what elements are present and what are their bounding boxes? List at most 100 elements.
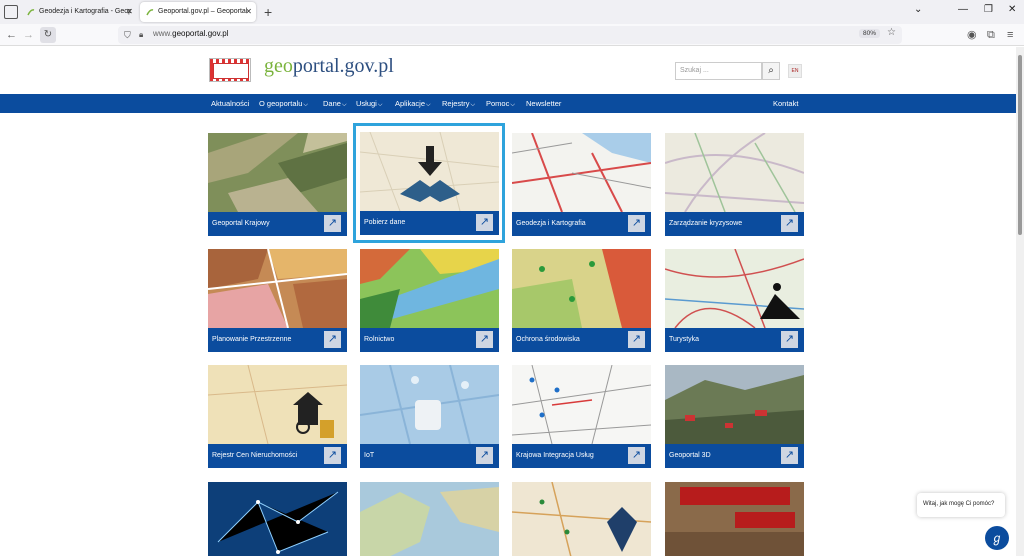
tile-label: Ochrona środowiska: [516, 336, 580, 343]
close-icon[interactable]: ✕: [126, 2, 133, 22]
tile-label: Turystyka: [669, 336, 700, 343]
close-window-icon[interactable]: ✕: [1008, 4, 1016, 15]
real-estate-map-image: [208, 365, 347, 444]
tile-label: Geoportal Krajowy: [212, 220, 270, 227]
chat-icon[interactable]: ℊ: [985, 526, 1009, 550]
cadastral-map-image: [512, 133, 651, 212]
services-map-image: [512, 365, 651, 444]
arrow-up-right-icon[interactable]: ↗: [324, 447, 341, 464]
tile-planowanie-przestrzenne[interactable]: Planowanie Przestrzenne ↗: [208, 249, 347, 352]
tab-title: Geoportal.gov.pl – Geoportal In: [158, 8, 250, 15]
arrow-up-right-icon[interactable]: ↗: [781, 447, 798, 464]
world-map-image: [360, 482, 499, 556]
tab-list-icon[interactable]: [4, 5, 18, 19]
browser-nav-bar: ← → ↻ ⛉ 🔒︎ www.geoportal.gov.pl 80% ☆ ◉ …: [0, 24, 1024, 46]
aerial-photo-image: [208, 133, 347, 212]
menu-item-o-geoportalu[interactable]: O geoportalu⌵: [259, 99, 308, 109]
chevron-down-icon[interactable]: ⌄: [914, 4, 922, 15]
language-flag-icon[interactable]: EN: [788, 64, 802, 78]
account-icon[interactable]: ◉: [967, 27, 977, 43]
geoportal-logo[interactable]: geoportal.gov.pl: [264, 55, 394, 78]
chat-greeting-bubble[interactable]: Witaj, jak mogę Ci pomóc?: [917, 493, 1005, 517]
tab-title: Geodezja i Kartografia - Geopor: [39, 8, 131, 15]
menu-item-uslugi[interactable]: Usługi⌵: [356, 99, 382, 109]
zoning-map-image: [208, 249, 347, 328]
menu-item-dane[interactable]: Dane⌵: [323, 99, 347, 109]
menu-item-kontakt[interactable]: Kontakt: [773, 99, 798, 108]
browser-tab-bar: Geodezja i Kartografia - Geopor ✕ Geopor…: [0, 0, 1024, 24]
tile-label: Planowanie Przestrzenne: [212, 336, 292, 343]
menu-item-aktualnosci[interactable]: Aktualności: [211, 99, 249, 108]
reload-icon[interactable]: ↻: [40, 27, 56, 43]
tile-label: Pobierz dane: [364, 219, 406, 226]
tile-world-map-partial[interactable]: [360, 482, 499, 556]
menu-item-aplikacje[interactable]: Aplikacje⌵: [395, 99, 431, 109]
search-icon[interactable]: ⌕: [762, 62, 780, 80]
tile-rolnictwo[interactable]: Rolnictwo ↗: [360, 249, 499, 352]
download-data-image: [360, 132, 499, 211]
arrow-up-right-icon[interactable]: ↗: [476, 331, 493, 348]
search-input[interactable]: Szukaj ...: [675, 62, 762, 80]
gugik-logo[interactable]: [209, 58, 251, 82]
tile-rejestr-cen-nieruchomosci[interactable]: Rejestr Cen Nieruchomości ↗: [208, 365, 347, 468]
tile-geodezja-kartografia[interactable]: Geodezja i Kartografia ↗: [512, 133, 651, 236]
arrow-up-right-icon[interactable]: ↗: [628, 331, 645, 348]
environment-map-image: [512, 249, 651, 328]
minimize-icon[interactable]: —: [958, 4, 968, 15]
3d-terrain-image: [665, 365, 804, 444]
tile-iot[interactable]: IoT ↗: [360, 365, 499, 468]
tile-geoportal-3d[interactable]: Geoportal 3D ↗: [665, 365, 804, 468]
restore-icon[interactable]: ❐: [984, 4, 993, 15]
tile-geoportal-krajowy[interactable]: Geoportal Krajowy ↗: [208, 133, 347, 236]
arrow-up-right-icon[interactable]: ↗: [628, 447, 645, 464]
tile-network-partial[interactable]: [208, 482, 347, 556]
arrow-up-right-icon[interactable]: ↗: [476, 447, 493, 464]
bookmark-star-icon[interactable]: ☆: [887, 27, 896, 38]
tile-zarzadzanie-kryzysowe[interactable]: Zarządzanie kryzysowe ↗: [665, 133, 804, 236]
shield-icon[interactable]: ⛉: [124, 27, 131, 43]
tile-label: Geoportal 3D: [669, 452, 711, 459]
arrow-up-right-icon[interactable]: ↗: [324, 331, 341, 348]
arrow-up-right-icon[interactable]: ↗: [781, 215, 798, 232]
tile-label: Zarządzanie kryzysowe: [669, 220, 743, 227]
arrow-up-right-icon[interactable]: ↗: [781, 331, 798, 348]
menu-item-newsletter[interactable]: Newsletter: [526, 99, 561, 108]
tile-police-map-partial[interactable]: [512, 482, 651, 556]
network-map-image: [208, 482, 347, 556]
tile-street-sign-partial[interactable]: [665, 482, 804, 556]
forward-icon[interactable]: →: [23, 27, 34, 43]
tile-label: Rolnictwo: [364, 336, 395, 343]
arrow-up-right-icon[interactable]: ↗: [324, 215, 341, 232]
agriculture-map-image: [360, 249, 499, 328]
police-map-image: [512, 482, 651, 556]
extensions-icon[interactable]: ⧉: [987, 27, 995, 43]
browser-tab-2[interactable]: Geoportal.gov.pl – Geoportal In ✕: [140, 2, 256, 22]
tourism-map-image: [665, 249, 804, 328]
menu-item-rejestry[interactable]: Rejestry⌵: [442, 99, 475, 109]
tile-pobierz-dane[interactable]: Pobierz dane ↗: [356, 126, 502, 240]
close-icon[interactable]: ✕: [245, 2, 252, 22]
back-icon[interactable]: ←: [6, 27, 17, 43]
street-sign-photo-image: [665, 482, 804, 556]
geoportal-favicon: [146, 9, 154, 16]
tile-label: Geodezja i Kartografia: [516, 220, 586, 227]
browser-tab-1[interactable]: Geodezja i Kartografia - Geopor ✕: [21, 2, 137, 22]
tile-krajowa-integracja-uslug[interactable]: Krajowa Integracja Usług ↗: [512, 365, 651, 468]
menu-item-pomoc[interactable]: Pomoc⌵: [486, 99, 515, 109]
iot-sensor-image: [360, 365, 499, 444]
address-bar[interactable]: ⛉ 🔒︎ www.geoportal.gov.pl 80% ☆: [118, 26, 902, 44]
main-menu: Aktualności O geoportalu⌵ Dane⌵ Usługi⌵ …: [0, 94, 1016, 113]
tile-label: Krajowa Integracja Usług: [516, 452, 594, 459]
new-tab-icon[interactable]: +: [264, 2, 272, 22]
scrollbar-thumb[interactable]: [1018, 55, 1022, 235]
lock-icon[interactable]: 🔒︎: [139, 27, 143, 43]
menu-icon[interactable]: ≡: [1007, 27, 1013, 43]
url-text: www.geoportal.gov.pl: [153, 29, 229, 38]
tile-ochrona-srodowiska[interactable]: Ochrona środowiska ↗: [512, 249, 651, 352]
geoportal-favicon: [27, 9, 35, 16]
arrow-up-right-icon[interactable]: ↗: [628, 215, 645, 232]
crisis-map-image: [665, 133, 804, 212]
tile-turystyka[interactable]: Turystyka ↗: [665, 249, 804, 352]
arrow-up-right-icon[interactable]: ↗: [476, 214, 493, 231]
zoom-level[interactable]: 80%: [858, 29, 880, 38]
